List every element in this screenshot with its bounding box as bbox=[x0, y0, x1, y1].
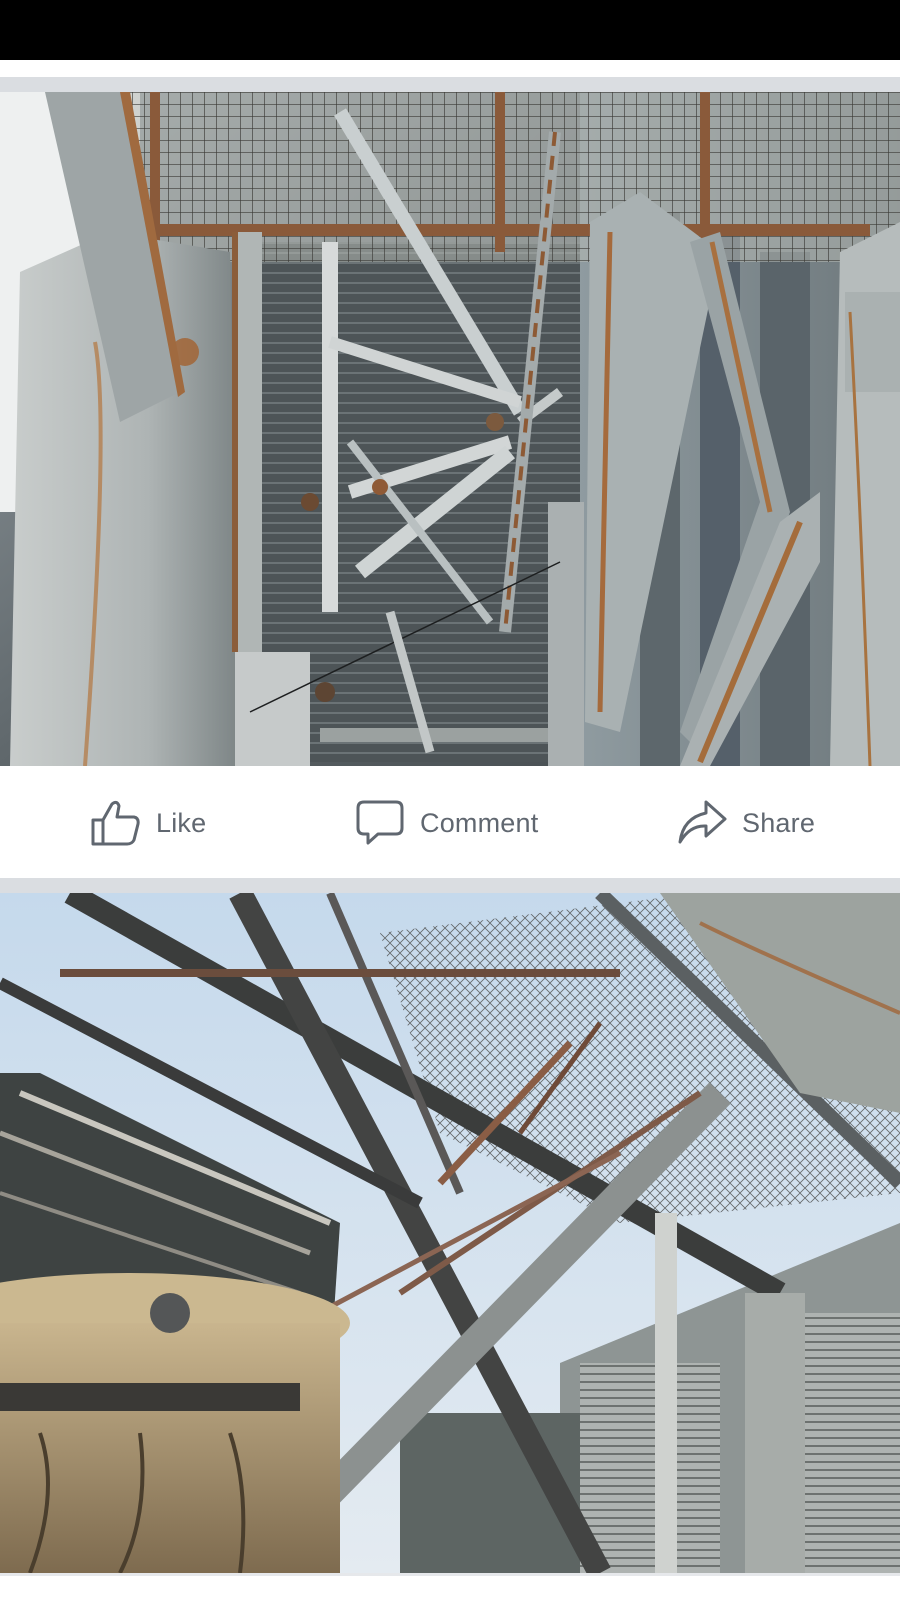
post-separator-bottom bbox=[0, 1573, 900, 1576]
comment-label: Comment bbox=[420, 807, 539, 838]
top-spacer bbox=[0, 60, 900, 77]
share-arrow-icon bbox=[676, 798, 728, 848]
post-separator-top bbox=[0, 77, 900, 92]
like-label: Like bbox=[156, 807, 207, 838]
post-photo-1[interactable] bbox=[0, 92, 900, 766]
like-button[interactable]: Like bbox=[90, 798, 206, 848]
post-action-bar: Like Comment Share bbox=[0, 766, 900, 878]
status-bar bbox=[0, 0, 900, 60]
speech-bubble-icon bbox=[354, 798, 406, 848]
thumbs-up-icon bbox=[90, 798, 142, 848]
post-photo-2[interactable] bbox=[0, 893, 900, 1573]
post-separator-middle bbox=[0, 878, 900, 893]
share-label: Share bbox=[742, 807, 816, 838]
comment-button[interactable]: Comment bbox=[354, 798, 538, 848]
share-button[interactable]: Share bbox=[676, 798, 815, 848]
